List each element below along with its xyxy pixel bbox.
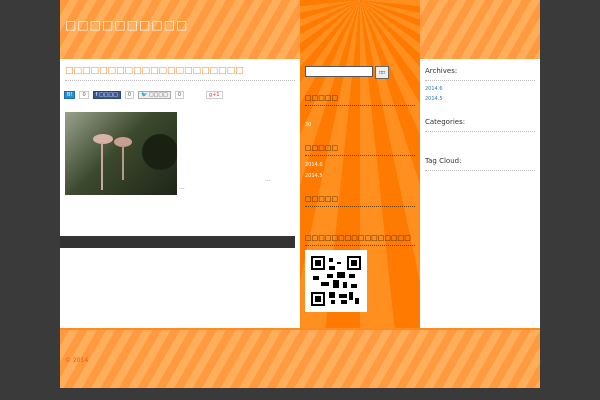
- widget-3-title: □□□□□: [305, 195, 339, 203]
- main-column: □□□□□□□□□□□□□□□□□□□□□ B! 0 f □□□□ 0 🐦 □□…: [60, 60, 295, 250]
- tweet-count: 0: [174, 91, 184, 99]
- widget-1-divider: [305, 105, 415, 106]
- tag-cloud-divider: [425, 170, 535, 171]
- site-title[interactable]: □□□□□□□□□□: [65, 18, 188, 32]
- archive-link-2[interactable]: 2014.5: [425, 96, 443, 102]
- tag-cloud-title: Tag Cloud:: [425, 157, 462, 165]
- hatena-button[interactable]: B!: [64, 91, 76, 99]
- search-button[interactable]: □□: [375, 66, 389, 79]
- widget-2-link-2[interactable]: 2014.5: [305, 173, 323, 179]
- facebook-label: □□□□: [98, 92, 118, 98]
- post-footer-bar: [60, 236, 295, 248]
- title-divider: [65, 80, 295, 81]
- hatena-count: 0: [79, 91, 89, 99]
- post-thumbnail[interactable]: [65, 112, 177, 195]
- post-title[interactable]: □□□□□□□□□□□□□□□□□□□□□: [65, 66, 244, 76]
- archives-title: Archives:: [425, 67, 458, 75]
- widget-2-divider: [305, 155, 415, 156]
- search-input[interactable]: [305, 66, 373, 77]
- page: □□□□□□□□□□ □□□□□□□□□□□□□□□□□□□□□ B! 0 f …: [60, 0, 540, 388]
- widget-2-title: □□□□□: [305, 144, 339, 152]
- tweet-button[interactable]: 🐦 □□□□: [138, 91, 171, 99]
- twitter-icon: 🐦: [141, 92, 149, 98]
- copyright: © 2014: [65, 357, 89, 364]
- gplus-button[interactable]: g+1: [206, 91, 223, 99]
- widget-3-divider: [305, 206, 415, 207]
- site-footer: © 2014: [60, 328, 540, 388]
- right-sidebar: Archives: 2014.6 2014.5 Categories: Tag …: [421, 60, 540, 328]
- widget-1-title: □□□□□: [305, 94, 339, 102]
- widget-2-link-1[interactable]: 2014.6: [305, 162, 323, 168]
- facebook-count: 0: [124, 91, 135, 99]
- excerpt-tail: ...: [179, 184, 185, 191]
- categories-title: Categories:: [425, 118, 466, 126]
- search-form: □□: [305, 66, 389, 79]
- excerpt-more[interactable]: ...: [265, 176, 271, 183]
- qr-code: [305, 250, 367, 312]
- categories-divider: [425, 131, 535, 132]
- facebook-button[interactable]: f □□□□: [92, 91, 121, 99]
- archives-divider: [425, 80, 535, 81]
- archive-link-1[interactable]: 2014.6: [425, 86, 443, 92]
- share-bar: B! 0 f □□□□ 0 🐦 □□□□ 0 g+1: [64, 91, 223, 99]
- widget-1-value[interactable]: 30: [305, 122, 311, 128]
- widget-4-divider: [305, 245, 415, 246]
- widget-4-title: □□□□□□□□□□□□□□□□: [305, 234, 411, 242]
- tweet-label: □□□□: [148, 92, 168, 98]
